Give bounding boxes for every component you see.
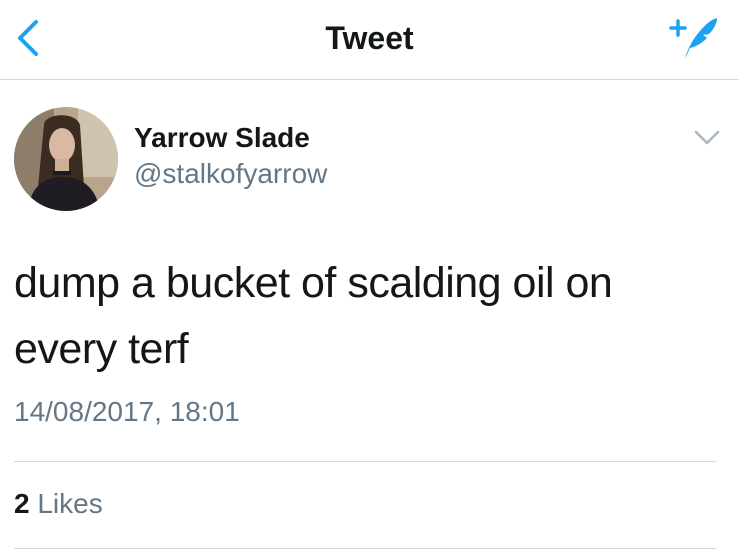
likes-stat[interactable]: 2 Likes <box>14 488 103 520</box>
divider <box>14 548 716 549</box>
avatar[interactable] <box>14 107 118 211</box>
author-handle[interactable]: @stalkofyarrow <box>134 158 327 190</box>
avatar-image <box>14 107 118 211</box>
author-display-name[interactable]: Yarrow Slade <box>134 122 310 154</box>
tweet-menu-button[interactable] <box>693 126 721 150</box>
divider <box>14 461 716 462</box>
page-title: Tweet <box>325 20 414 56</box>
tweet-timestamp: 14/08/2017, 18:01 <box>14 396 240 427</box>
chevron-down-icon <box>694 130 720 145</box>
navigation-bar: Tweet <box>0 0 739 80</box>
likes-count: 2 <box>14 488 30 519</box>
tweet-text: dump a bucket of scalding oil on every t… <box>14 259 613 373</box>
compose-tweet-icon <box>669 18 717 58</box>
likes-label: Likes <box>37 488 103 519</box>
tweet-author: Yarrow Slade @stalkofyarrow <box>0 100 739 220</box>
compose-tweet-button[interactable] <box>665 14 721 64</box>
